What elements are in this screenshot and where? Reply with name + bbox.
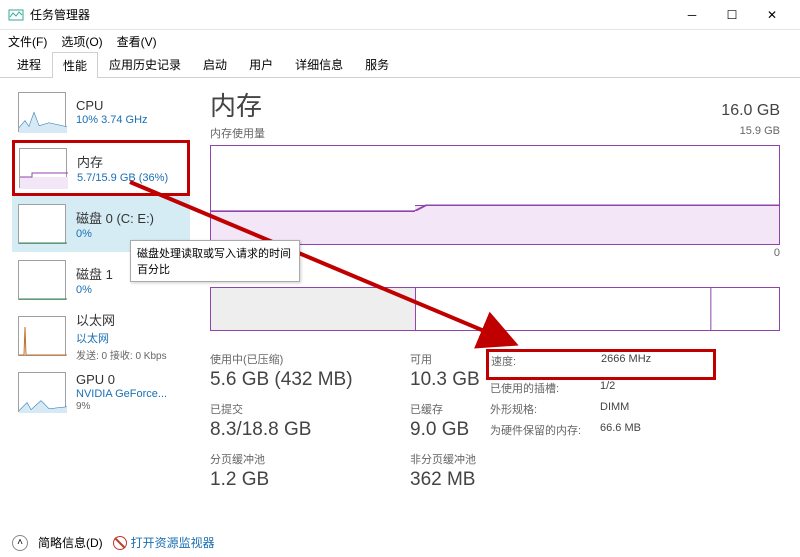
gpu-thumb xyxy=(18,372,66,412)
stat-value: 362 MB xyxy=(410,469,476,491)
stat-value: 1.2 GB xyxy=(210,469,370,491)
sidebar-item-memory[interactable]: 内存 5.7/15.9 GB (36%) xyxy=(12,140,190,196)
info-key: 为硬件保留的内存: xyxy=(490,422,600,438)
memory-thumb xyxy=(19,148,67,188)
menubar: 文件(F) 选项(O) 查看(V) xyxy=(0,30,800,52)
tab-users[interactable]: 用户 xyxy=(238,51,284,77)
stat-label: 已提交 xyxy=(210,401,370,417)
main-total: 16.0 GB xyxy=(721,102,780,120)
sidebar-item-sub: 5.7/15.9 GB (36%) xyxy=(77,172,168,184)
summary-toggle[interactable]: 简略信息(D) xyxy=(38,534,103,551)
info-value: 2666 MHz xyxy=(601,353,651,369)
stat-label: 可用 xyxy=(410,351,480,367)
usage-label: 内存使用量 xyxy=(210,125,265,141)
sidebar-item-label: CPU xyxy=(76,98,148,113)
chevron-up-icon[interactable]: ˄ xyxy=(12,535,28,551)
info-value: 66.6 MB xyxy=(600,422,641,438)
stat-value: 9.0 GB xyxy=(410,419,469,441)
app-icon xyxy=(8,7,24,23)
info-value: 1/2 xyxy=(600,380,615,396)
tab-performance[interactable]: 性能 xyxy=(52,52,98,78)
sidebar-item-cpu[interactable]: CPU 10% 3.74 GHz xyxy=(12,84,190,140)
menu-view[interactable]: 查看(V) xyxy=(117,33,157,50)
ethernet-thumb xyxy=(18,316,66,356)
sidebar-item-label: 以太网 xyxy=(76,310,167,329)
disk1-thumb xyxy=(18,260,66,300)
info-value: DIMM xyxy=(600,401,629,417)
stat-label: 使用中(已压缩) xyxy=(210,351,370,367)
stats: 使用中(已压缩) 5.6 GB (432 MB) 可用 10.3 GB 已提交 … xyxy=(210,351,780,501)
memory-composition-chart xyxy=(210,287,780,331)
menu-file[interactable]: 文件(F) xyxy=(8,33,47,50)
maximize-button[interactable]: ☐ xyxy=(712,3,752,27)
sidebar-item-sub: 0% xyxy=(76,228,154,240)
stat-value: 5.6 GB (432 MB) xyxy=(210,369,370,391)
tab-bar: 进程 性能 应用历史记录 启动 用户 详细信息 服务 xyxy=(0,52,800,78)
info-key: 外形规格: xyxy=(490,401,600,417)
sidebar-item-ethernet[interactable]: 以太网 以太网 发送: 0 接收: 0 Kbps xyxy=(12,308,190,364)
resource-monitor-icon xyxy=(113,536,127,550)
close-button[interactable]: ✕ xyxy=(752,3,792,27)
sidebar-item-label: 磁盘 0 (C: E:) xyxy=(76,208,154,227)
sidebar-item-label: GPU 0 xyxy=(76,372,167,387)
cpu-thumb xyxy=(18,92,66,132)
sidebar: CPU 10% 3.74 GHz 内存 5.7/15.9 GB (36%) 磁盘… xyxy=(0,78,200,530)
sidebar-item-sub2: 发送: 0 接收: 0 Kbps xyxy=(76,347,167,362)
titlebar: 任务管理器 ─ ☐ ✕ xyxy=(0,0,800,30)
sidebar-item-sub: 以太网 xyxy=(76,330,167,346)
tab-services[interactable]: 服务 xyxy=(354,51,400,77)
sidebar-item-sub: 10% 3.74 GHz xyxy=(76,114,148,126)
main-panel: 内存 16.0 GB 内存使用量 15.9 GB 0 使用中(已压缩) 5.6 … xyxy=(200,78,800,530)
info-key: 速度: xyxy=(491,353,601,369)
minimize-button[interactable]: ─ xyxy=(672,3,712,27)
sidebar-item-label: 内存 xyxy=(77,152,168,171)
speed-highlight: 速度: 2666 MHz xyxy=(486,349,716,380)
usage-max: 15.9 GB xyxy=(740,125,780,141)
content: CPU 10% 3.74 GHz 内存 5.7/15.9 GB (36%) 磁盘… xyxy=(0,78,800,530)
tooltip: 磁盘处理读取或写入请求的时间百分比 xyxy=(130,240,300,282)
sidebar-item-sub: NVIDIA GeForce... xyxy=(76,388,167,400)
stat-label: 分页缓冲池 xyxy=(210,451,370,467)
window-title: 任务管理器 xyxy=(30,6,672,23)
info-key: 已使用的插槽: xyxy=(490,380,600,396)
stat-value: 10.3 GB xyxy=(410,369,480,391)
sidebar-item-label: 磁盘 1 xyxy=(76,264,113,283)
memory-chart xyxy=(210,145,780,245)
tab-startup[interactable]: 启动 xyxy=(192,51,238,77)
stat-label: 非分页缓冲池 xyxy=(410,451,476,467)
footer: ˄ 简略信息(D) 打开资源监视器 xyxy=(12,534,215,551)
menu-options[interactable]: 选项(O) xyxy=(61,33,102,50)
sidebar-item-gpu0[interactable]: GPU 0 NVIDIA GeForce... 9% xyxy=(12,364,190,420)
tab-processes[interactable]: 进程 xyxy=(6,51,52,77)
sidebar-item-sub: 0% xyxy=(76,284,113,296)
resource-monitor-label: 打开资源监视器 xyxy=(131,534,215,551)
sidebar-item-sub2: 9% xyxy=(76,401,167,412)
main-title: 内存 xyxy=(210,86,262,123)
resource-monitor-link[interactable]: 打开资源监视器 xyxy=(113,534,215,551)
stat-label: 已缓存 xyxy=(410,401,469,417)
window-controls: ─ ☐ ✕ xyxy=(672,3,792,27)
tab-details[interactable]: 详细信息 xyxy=(284,51,354,77)
tab-history[interactable]: 应用历史记录 xyxy=(98,51,192,77)
disk0-thumb xyxy=(18,204,66,244)
stat-value: 8.3/18.8 GB xyxy=(210,419,370,441)
